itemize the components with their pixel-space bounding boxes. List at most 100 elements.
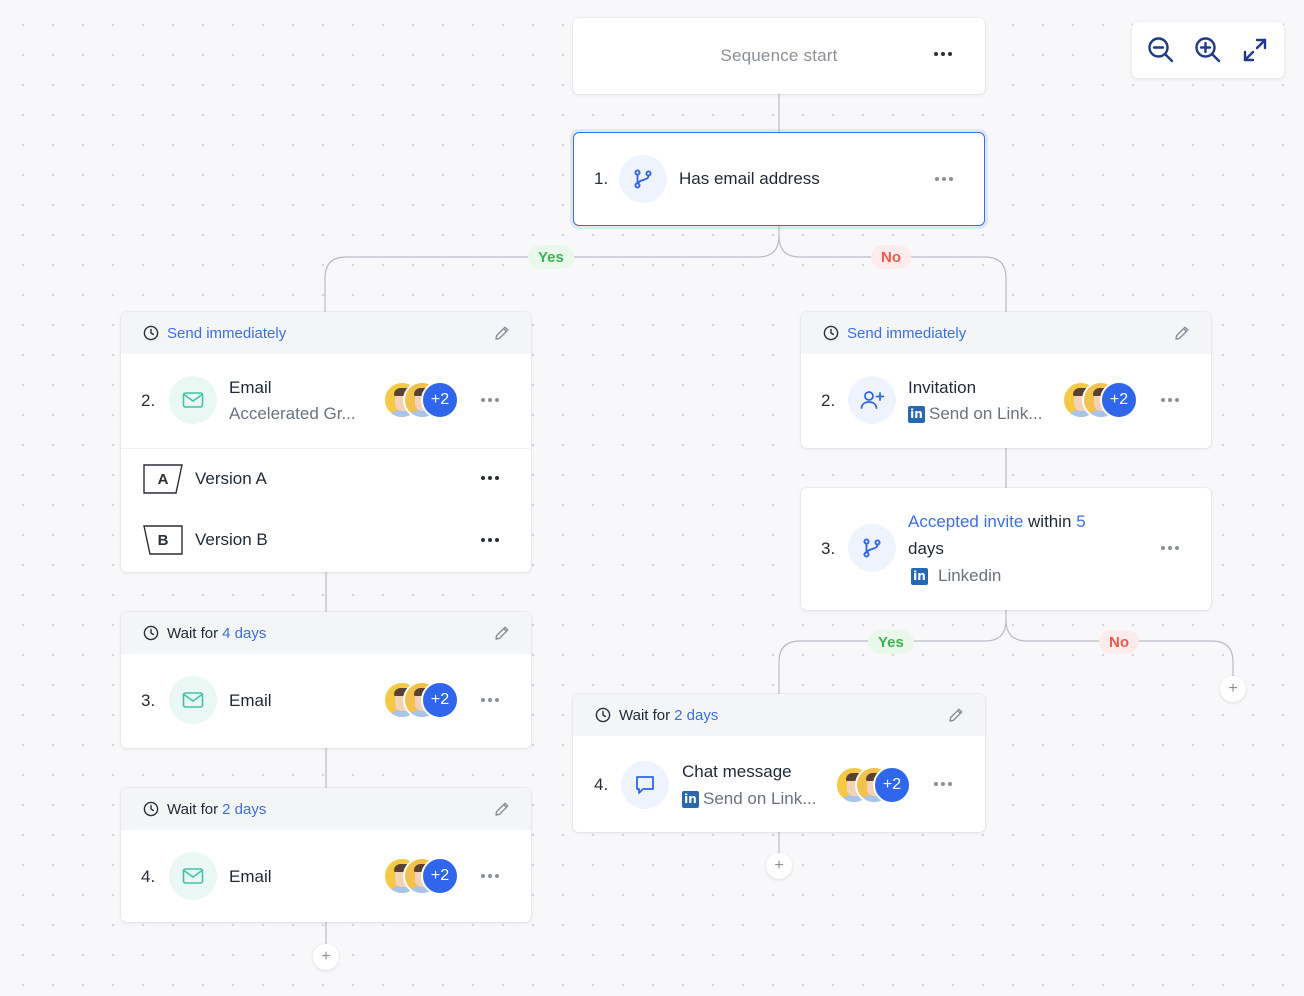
zoom-out-button[interactable]	[1143, 32, 1179, 68]
more-icon	[481, 538, 485, 542]
header-text: Send immediately	[847, 324, 967, 342]
header-value: 2 days	[222, 800, 267, 818]
chat-icon-wrap	[621, 761, 669, 809]
condition-menu-button[interactable]	[1156, 538, 1184, 558]
chat-bubble-icon	[636, 776, 654, 794]
more-icon	[1161, 398, 1165, 402]
condition-icon-wrap	[619, 155, 667, 203]
envelope-icon	[182, 392, 204, 408]
email-icon-wrap	[169, 376, 217, 424]
condition-value[interactable]: 5	[1076, 512, 1085, 531]
add-user-icon	[860, 391, 885, 409]
step-header: Wait for 2 days	[573, 694, 985, 736]
sequence-start-menu-button[interactable]	[929, 44, 957, 64]
avatar-more-count: +2	[873, 766, 911, 804]
sequence-start-label: Sequence start	[720, 46, 838, 65]
zoom-controls	[1132, 22, 1284, 78]
add-step-button[interactable]: +	[1220, 676, 1246, 702]
branch-label-no: No	[1099, 630, 1139, 654]
edit-icon[interactable]	[1173, 324, 1191, 342]
more-icon	[1161, 546, 1165, 550]
linkedin-icon: in	[908, 405, 925, 423]
version-label: Version B	[195, 530, 268, 549]
step-header: Send immediately	[801, 312, 1211, 354]
assignee-avatars[interactable]: +2	[383, 681, 463, 719]
condition-link[interactable]: Accepted invite	[908, 512, 1023, 531]
header-prefix: Wait for	[167, 624, 219, 642]
condition-title: Has email address	[679, 169, 820, 188]
edit-icon[interactable]	[493, 324, 511, 342]
step-menu-button[interactable]	[929, 774, 957, 794]
step-number: 4.	[141, 867, 156, 886]
step-header: Wait for 2 days	[121, 788, 531, 830]
avatar-more-count: +2	[421, 381, 459, 419]
more-icon	[481, 476, 485, 480]
step-menu-button[interactable]	[476, 690, 504, 710]
step-number: 3.	[141, 691, 156, 710]
envelope-icon	[182, 692, 204, 708]
add-step-button[interactable]: +	[313, 944, 339, 970]
clock-icon	[823, 325, 839, 341]
step-subtitle: Accelerated Gr...	[229, 404, 356, 423]
version-row-a[interactable]: A Version A	[143, 464, 267, 494]
clock-icon	[595, 707, 611, 723]
step-subtitle-row: in Linkedin	[911, 566, 1001, 586]
invitation-icon-wrap	[848, 376, 896, 424]
assignee-avatars[interactable]: +2	[835, 766, 915, 804]
edit-icon[interactable]	[493, 624, 511, 642]
clock-icon	[143, 625, 159, 641]
right-step-4-chat-node[interactable]: Wait for 2 days 4. Chat message in Send …	[573, 694, 985, 832]
step-subtitle: Send on Link...	[703, 789, 817, 808]
fit-view-button[interactable]	[1237, 32, 1273, 68]
edit-icon[interactable]	[493, 800, 511, 818]
zoom-out-icon	[1148, 37, 1174, 63]
version-row-b[interactable]: B Version B	[143, 525, 268, 555]
step-title: Email	[229, 691, 272, 710]
step-header: Wait for 4 days	[121, 612, 531, 654]
step-subtitle: Send on Link...	[929, 404, 1043, 423]
version-a-menu-button[interactable]	[476, 468, 504, 488]
branch-label-yes: Yes	[868, 630, 914, 654]
version-b-menu-button[interactable]	[476, 530, 504, 550]
clock-icon	[143, 325, 159, 341]
email-icon-wrap	[169, 676, 217, 724]
avatar-more-count: +2	[421, 857, 459, 895]
expand-icon	[1243, 38, 1266, 62]
assignee-avatars[interactable]: +2	[383, 857, 463, 895]
branch-label-no: No	[871, 245, 911, 269]
header-prefix: Wait for	[167, 800, 219, 818]
avatar-more-count: +2	[421, 681, 459, 719]
step-number: 3.	[821, 539, 836, 558]
condition-menu-button[interactable]	[930, 169, 958, 189]
email-icon-wrap	[169, 852, 217, 900]
step-subtitle: Linkedin	[938, 566, 1002, 585]
more-icon	[934, 52, 938, 56]
left-step-2-email-node[interactable]: Send immediately 2. Email Accelerated Gr…	[121, 312, 531, 572]
branch-icon	[863, 538, 881, 558]
step-title: Chat message	[682, 762, 792, 781]
zoom-in-button[interactable]	[1190, 32, 1226, 68]
add-step-button[interactable]: +	[766, 853, 792, 879]
more-icon	[481, 698, 485, 702]
left-step-4-email-node[interactable]: Wait for 2 days 4. Email +2	[121, 788, 531, 922]
clock-icon	[143, 801, 159, 817]
step-menu-button[interactable]	[476, 866, 504, 886]
step-title: Email	[229, 867, 272, 886]
condition-mid: within	[1028, 512, 1072, 531]
sequence-start-node[interactable]: Sequence start	[573, 18, 985, 94]
step-number: 2.	[141, 391, 156, 410]
divider	[121, 448, 531, 449]
condition-node-has-email[interactable]: 1. Has email address	[573, 132, 985, 226]
edit-icon[interactable]	[947, 706, 965, 724]
step-header: Send immediately	[121, 312, 531, 354]
assignee-avatars[interactable]: +2	[1062, 381, 1142, 419]
step-menu-button[interactable]	[1156, 390, 1184, 410]
right-step-3-condition-node[interactable]: 3. Accepted invite within 5 days in Link…	[801, 488, 1211, 610]
more-icon	[481, 398, 485, 402]
right-step-2-invitation-node[interactable]: Send immediately 2. Invitation in Send o…	[801, 312, 1211, 448]
step-menu-button[interactable]	[476, 390, 504, 410]
assignee-avatars[interactable]: +2	[383, 381, 463, 419]
left-step-3-email-node[interactable]: Wait for 4 days 3. Email +2	[121, 612, 531, 748]
condition-title-line2: days	[908, 539, 944, 558]
header-prefix: Wait for	[619, 706, 671, 724]
